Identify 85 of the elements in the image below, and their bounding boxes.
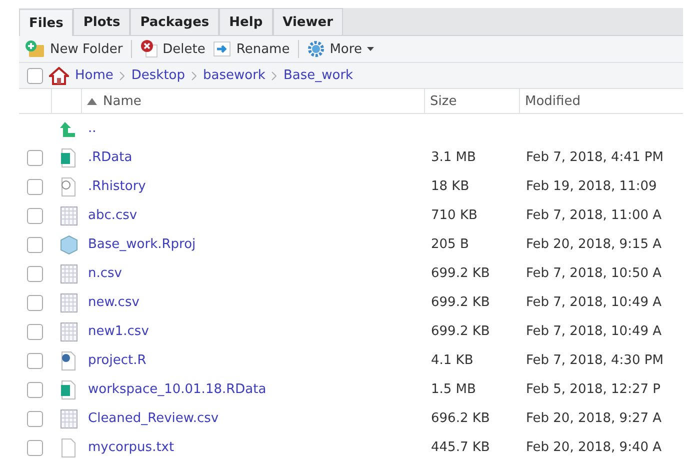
row-checkbox[interactable] [27, 178, 43, 194]
text-file-icon [60, 438, 77, 458]
modified-date: Feb 7, 2018, 10:50 A [525, 266, 662, 281]
rename-button[interactable]: Rename [213, 38, 298, 60]
history-file-icon [60, 176, 77, 196]
file-size: 696.2 KB [430, 411, 490, 426]
spreadsheet-icon [60, 408, 78, 428]
modified-date: Feb 7, 2018, 10:49 A [525, 324, 662, 339]
row-checkbox[interactable] [27, 150, 43, 166]
row-checkbox[interactable] [27, 236, 43, 252]
modified-date: Feb 7, 2018, 4:41 PM [525, 150, 664, 165]
modified-date: Feb 7, 2018, 10:49 A [525, 295, 662, 310]
spreadsheet-icon [60, 292, 78, 312]
file-name-link[interactable]: Base_work.Rproj [88, 237, 196, 252]
breadcrumb-link[interactable]: Desktop [131, 68, 186, 83]
modified-column-header[interactable]: Modified [520, 89, 683, 113]
sort-ascending-icon [87, 98, 97, 104]
modified-date: Feb 19, 2018, 11:09 [525, 179, 657, 194]
row-checkbox[interactable] [27, 208, 43, 224]
tab[interactable]: Viewer [272, 8, 343, 35]
caret-icon [366, 47, 374, 51]
new-folder-button[interactable]: New Folder [25, 38, 131, 60]
file-name-link[interactable]: Cleaned_Review.csv [88, 411, 219, 426]
file-name-link[interactable]: .. [88, 121, 96, 136]
file-size: 445.7 KB [430, 440, 490, 455]
modified-date: Feb 7, 2018, 4:30 PM [525, 353, 664, 368]
modified-date: Feb 20, 2018, 9:40 A [525, 440, 662, 455]
file-name-link[interactable]: mycorpus.txt [88, 440, 174, 455]
modified-date: Feb 7, 2018, 11:00 A [525, 208, 662, 223]
chevron-icon [119, 70, 126, 80]
script-file-icon [60, 350, 77, 370]
file-size: 18 KB [430, 179, 470, 194]
file-size: 710 KB [430, 208, 478, 223]
modified-date: Feb 5, 2018, 12:27 P [525, 382, 660, 397]
row-checkbox[interactable] [27, 382, 43, 398]
data-file-icon [60, 148, 77, 168]
row-checkbox[interactable] [27, 440, 43, 456]
project-icon [60, 234, 78, 254]
file-size: 4.1 KB [430, 353, 474, 368]
chevron-icon [191, 70, 198, 80]
file-size: 205 B [430, 237, 469, 252]
column-label: Name [103, 94, 142, 108]
file-size: 699.2 KB [430, 266, 490, 281]
breadcrumb-link[interactable]: basework [203, 68, 266, 83]
file-name-link[interactable]: .Rhistory [88, 179, 146, 194]
file-name-link[interactable]: n.csv [88, 266, 122, 281]
file-name-link[interactable]: new.csv [88, 295, 140, 310]
file-size: 699.2 KB [430, 295, 490, 310]
file-name-link[interactable]: new1.csv [88, 324, 149, 339]
breadcrumb-link[interactable]: Home [75, 68, 114, 83]
tab[interactable]: Help [219, 8, 273, 35]
file-name-link[interactable]: workspace_10.01.18.RData [88, 382, 266, 397]
row-checkbox[interactable] [27, 266, 43, 282]
file-name-link[interactable]: .RData [88, 150, 132, 165]
rename-icon [213, 41, 232, 57]
data-file-icon [60, 380, 77, 400]
file-name-link[interactable]: abc.csv [88, 208, 138, 223]
row-checkbox[interactable] [27, 294, 43, 310]
breadcrumb-link[interactable]: Base_work [283, 68, 354, 83]
tab[interactable]: Packages [130, 8, 220, 35]
up-arrow-icon [60, 120, 78, 138]
modified-date: Feb 20, 2018, 9:27 A [525, 411, 662, 426]
gear-icon [306, 40, 325, 58]
file-size: 699.2 KB [430, 324, 490, 339]
name-column-header[interactable]: Name [82, 89, 425, 113]
size-column-header[interactable]: Size [425, 89, 520, 113]
chevron-icon [271, 70, 278, 80]
file-size: 3.1 MB [430, 150, 476, 165]
select-all-checkbox[interactable] [27, 68, 43, 84]
tab[interactable]: Files [19, 9, 74, 36]
modified-date: Feb 20, 2018, 9:15 A [525, 237, 662, 252]
home-icon[interactable] [49, 66, 69, 84]
delete-icon [140, 40, 158, 58]
file-size: 1.5 MB [430, 382, 476, 397]
more-button[interactable]: More [306, 38, 382, 60]
new-folder-icon [25, 40, 45, 58]
tab[interactable]: Plots [73, 8, 130, 35]
row-checkbox[interactable] [27, 352, 43, 368]
spreadsheet-icon [60, 322, 78, 342]
spreadsheet-icon [60, 206, 78, 226]
row-checkbox[interactable] [27, 410, 43, 426]
row-checkbox[interactable] [27, 324, 43, 340]
delete-button[interactable]: Delete [140, 38, 214, 60]
file-name-link[interactable]: project.R [88, 353, 146, 368]
spreadsheet-icon [60, 264, 78, 284]
